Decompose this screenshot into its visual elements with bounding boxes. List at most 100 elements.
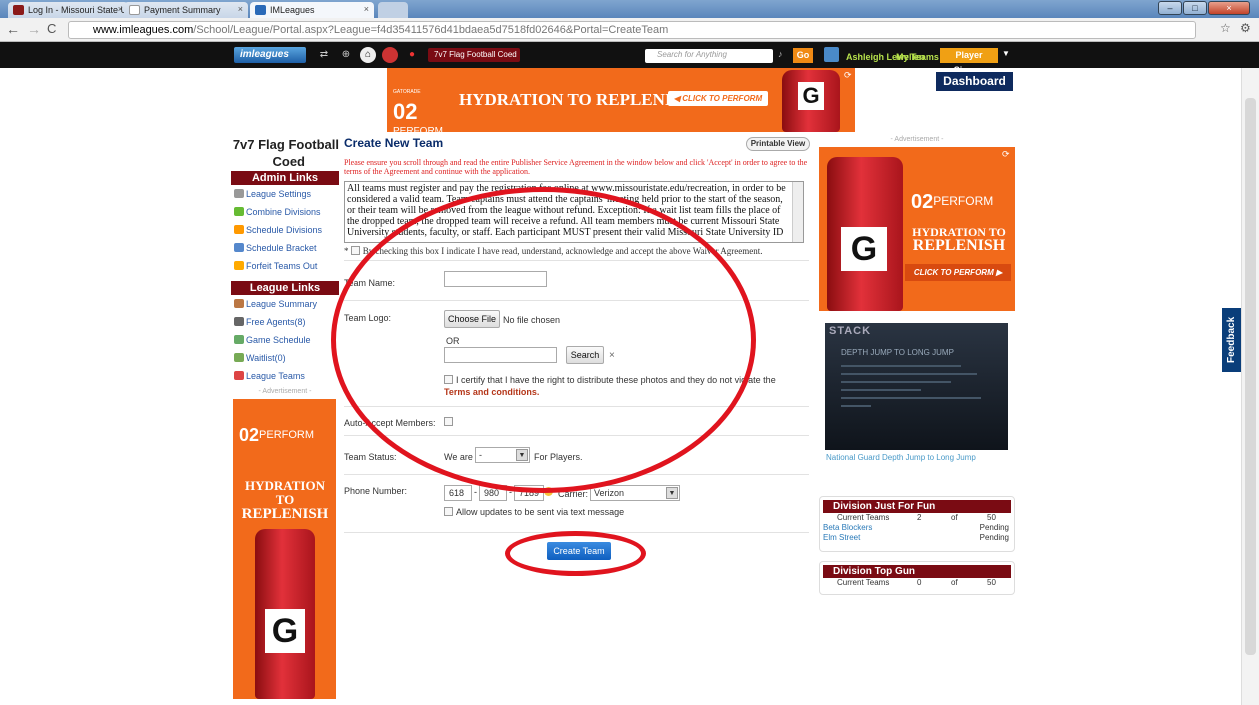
- home-icon[interactable]: ⌂: [360, 47, 376, 63]
- my-teams-link[interactable]: My Teams: [896, 52, 939, 62]
- agreement-notice: Please ensure you scroll through and rea…: [344, 158, 808, 176]
- dashboard-button[interactable]: Dashboard: [936, 72, 1013, 91]
- carrier-select[interactable]: Verizon ▼: [590, 485, 680, 501]
- team-link[interactable]: Beta Blockers: [823, 523, 872, 532]
- video-brand: STACK: [829, 325, 872, 337]
- school-crest-icon[interactable]: [382, 47, 398, 63]
- calendar-icon: [234, 335, 244, 344]
- football-icon[interactable]: ●: [404, 47, 420, 63]
- sidebar-item-league-teams[interactable]: League Teams: [231, 367, 339, 385]
- printable-view-button[interactable]: Printable View: [746, 137, 810, 151]
- player-signup-button[interactable]: Player Signup: [940, 48, 998, 75]
- stack-video-thumbnail[interactable]: STACK DEPTH JUMP TO LONG JUMP: [825, 323, 1008, 450]
- user-avatar[interactable]: [824, 47, 839, 62]
- waiver-checkbox[interactable]: [350, 246, 360, 255]
- tab-login[interactable]: Log In - Missouri State Uni ×: [8, 2, 128, 18]
- sidebar-item-free-agents[interactable]: Free Agents(8): [231, 313, 339, 331]
- browser-tab-bar: Log In - Missouri State Uni × Payment Sum…: [0, 0, 1259, 18]
- page-title: Create New Team: [344, 136, 444, 150]
- msu-favicon-icon: [13, 5, 24, 15]
- tab-payment-summary[interactable]: Payment Summary ×: [124, 2, 248, 18]
- sidebar-item-league-settings[interactable]: League Settings: [231, 185, 339, 203]
- phone-area-input[interactable]: 618: [444, 485, 472, 501]
- list-item: Beta Blockers Pending: [823, 523, 1009, 532]
- list-item: Elm Street Pending: [823, 533, 1009, 542]
- annotation-oval-create-button: [505, 531, 646, 576]
- video-link[interactable]: National Guard Depth Jump to Long Jump: [826, 453, 976, 462]
- left-sidebar: 7v7 Flag Football Coed Admin Links League…: [231, 136, 339, 699]
- banner-cta: ◀ CLICK TO PERFORM: [668, 91, 768, 106]
- minimize-button[interactable]: –: [1158, 1, 1182, 15]
- teams-icon: [234, 371, 244, 380]
- summary-icon: [234, 299, 244, 308]
- ad-choices-icon[interactable]: ⟳: [844, 70, 852, 81]
- video-title: DEPTH JUMP TO LONG JUMP: [841, 348, 954, 357]
- gatorade-bottle-image: G: [782, 70, 840, 132]
- close-tab-icon[interactable]: ×: [364, 4, 369, 14]
- right-advertisement-label: - Advertisement -: [890, 136, 944, 143]
- allow-updates-checkbox[interactable]: [444, 507, 453, 516]
- g-logo-icon: G: [841, 227, 887, 271]
- network-icon[interactable]: ⇄: [316, 47, 332, 63]
- sidebar-item-league-summary[interactable]: League Summary: [231, 295, 339, 313]
- new-tab-button[interactable]: [378, 2, 408, 18]
- combine-icon: [234, 207, 244, 216]
- bookmark-star-icon[interactable]: ☆: [1220, 21, 1231, 35]
- league-title: 7v7 Flag Football Coed: [232, 137, 339, 169]
- close-tab-icon[interactable]: ×: [118, 4, 123, 14]
- allow-updates-row: Allow updates to be sent via text messag…: [444, 507, 624, 517]
- team-link[interactable]: Elm Street: [823, 533, 860, 542]
- bracket-icon: [234, 243, 244, 252]
- back-arrow-icon[interactable]: ←: [6, 21, 20, 37]
- gatorade-banner-ad[interactable]: GATORADE 02 PERFORM HYDRATION TO REPLENISH…: [387, 68, 855, 132]
- maximize-button[interactable]: □: [1183, 1, 1207, 15]
- url-field[interactable]: www.imleagues.com/School/League/Portal.a…: [68, 21, 1196, 39]
- globe-icon[interactable]: ⊕: [338, 47, 354, 63]
- page-scrollbar[interactable]: [1241, 68, 1259, 705]
- chevron-down-icon[interactable]: ▼: [1002, 49, 1010, 58]
- search-go-button[interactable]: Go: [793, 48, 813, 63]
- address-bar-row: ← → C www.imleagues.com/School/League/Po…: [0, 18, 1259, 42]
- microphone-icon[interactable]: ♪: [778, 49, 783, 59]
- close-tab-icon[interactable]: ×: [238, 4, 243, 14]
- gatorade-bottle-image: G: [255, 529, 315, 699]
- advertisement-label: - Advertisement -: [258, 388, 312, 395]
- imleagues-logo[interactable]: imleagues: [234, 47, 306, 63]
- forward-arrow-icon[interactable]: →: [27, 21, 41, 37]
- league-links-header: League Links: [231, 281, 339, 295]
- sidebar-item-forfeit-teams[interactable]: Forfeit Teams Out: [231, 257, 339, 275]
- agreement-scrollbar[interactable]: [792, 182, 803, 242]
- ad-headline: HYDRATION TO REPLENISH: [912, 225, 1006, 254]
- sidebar-item-schedule-divisions[interactable]: Schedule Divisions: [231, 221, 339, 239]
- reload-icon[interactable]: C: [47, 21, 56, 36]
- ad-cta: CLICK TO PERFORM ▶: [905, 264, 1011, 281]
- lightning-icon: [234, 225, 244, 234]
- ad-choices-icon[interactable]: ⟳: [1002, 149, 1010, 160]
- g-logo-icon: G: [798, 82, 824, 110]
- league-breadcrumb[interactable]: 7v7 Flag Football Coed: [428, 48, 520, 62]
- left-gatorade-ad[interactable]: 02PERFORM HYDRATION TO REPLENISH G: [233, 399, 336, 699]
- g-logo-icon: G: [265, 609, 305, 653]
- site-top-nav: imleagues ⇄ ⊕ ⌂ ● 7v7 Flag Football Coed…: [0, 42, 1259, 75]
- tab-imleagues[interactable]: IMLeagues ×: [250, 2, 374, 18]
- gatorade-bottle-image: G: [827, 157, 903, 311]
- ad-headline: HYDRATION TO REPLENISH: [241, 478, 329, 522]
- sidebar-item-game-schedule[interactable]: Game Schedule: [231, 331, 339, 349]
- right-gatorade-ad[interactable]: G 02PERFORM HYDRATION TO REPLENISH CLICK …: [819, 147, 1015, 311]
- sidebar-item-waitlist[interactable]: Waitlist(0): [231, 349, 339, 367]
- person-icon: [234, 317, 244, 326]
- sidebar-item-combine-divisions[interactable]: Combine Divisions: [231, 203, 339, 221]
- feedback-tab[interactable]: Feedback: [1222, 308, 1242, 372]
- annotation-oval-form: [331, 187, 756, 493]
- site-search-input[interactable]: Search for Anything: [645, 49, 773, 63]
- chevron-down-icon: ▼: [666, 487, 678, 499]
- admin-links-header: Admin Links: [231, 171, 339, 185]
- sidebar-item-schedule-bracket[interactable]: Schedule Bracket: [231, 239, 339, 257]
- page-favicon-icon: [129, 5, 140, 15]
- banner-headline: HYDRATION TO REPLENISH: [459, 90, 695, 109]
- division-top-gun: Division Top Gun Current Teams 0 of 50: [819, 561, 1015, 595]
- wrench-icon[interactable]: ⚙: [1240, 21, 1251, 35]
- division-just-for-fun: Division Just For Fun Current Teams 2 of 50…: [819, 496, 1015, 552]
- close-window-button[interactable]: ×: [1208, 1, 1250, 15]
- waitlist-icon: [234, 353, 244, 362]
